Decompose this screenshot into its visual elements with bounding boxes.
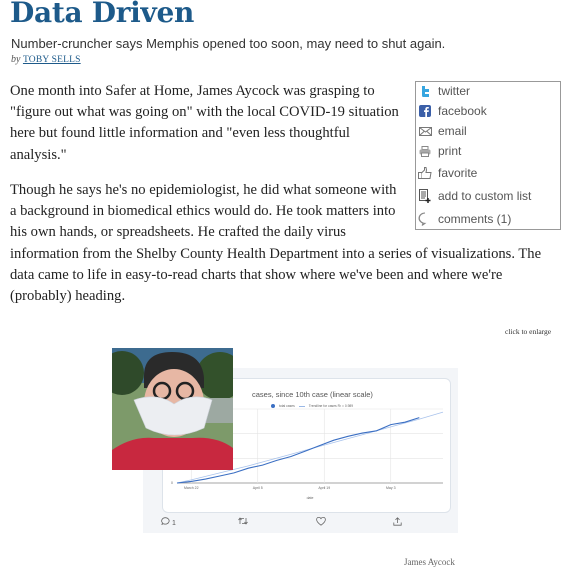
click-to-enlarge-link[interactable]: click to enlarge (505, 327, 551, 336)
add-list-icon (416, 189, 434, 203)
thumbs-up-icon (416, 167, 434, 179)
x-axis-label: date (307, 496, 314, 500)
author-link[interactable]: TOBY SELLS (23, 55, 81, 65)
reply-action: 1 (161, 517, 176, 527)
legend-marker-trend (298, 405, 305, 407)
x-tick-label: April 5 (253, 486, 263, 490)
print-icon (416, 145, 434, 157)
like-icon (316, 516, 326, 528)
share-print[interactable]: print (416, 144, 461, 158)
retweet-icon (238, 517, 248, 527)
twitter-icon (416, 85, 434, 97)
share-favorite[interactable]: favorite (416, 166, 477, 180)
reply-count: 1 (171, 520, 176, 527)
x-tick-label: March 22 (184, 486, 199, 490)
tweet-actions: 1 (143, 512, 458, 532)
share-email[interactable]: email (416, 124, 467, 138)
byline: by TOBY SELLS (11, 54, 81, 65)
facebook-icon (416, 105, 434, 117)
legend-label: total cases (279, 404, 295, 408)
legend-label: Trendline for cases R² = 0.989 (308, 404, 354, 408)
share-tools: twitter facebook email print favorite ad… (415, 81, 561, 230)
article-subtitle: Number-cruncher says Memphis opened too … (11, 36, 446, 51)
legend-marker-total (271, 404, 275, 408)
article-image[interactable]: March 22 April 5 April 19 May 3 0 date cases… (112, 348, 460, 535)
author-photo (112, 348, 233, 470)
x-tick-label: April 19 (318, 486, 330, 490)
reply-icon (161, 517, 170, 526)
email-icon (416, 126, 434, 136)
share-tweet-icon (393, 517, 402, 528)
share-add-to-list[interactable]: add to custom list (416, 189, 531, 203)
x-tick-label: May 3 (386, 486, 396, 490)
share-comments[interactable]: comments (1) (416, 212, 511, 226)
chart-title: cases, since 10th case (linear scale) (252, 390, 373, 399)
comment-icon (416, 212, 434, 226)
photo-credit: James Aycock (404, 557, 455, 567)
chart-legend: total cases Trendline for cases R² = 0.9… (271, 404, 353, 408)
y-tick-label: 0 (171, 481, 173, 485)
byline-prefix: by (11, 54, 21, 65)
article-title: Data Driven (10, 0, 195, 29)
share-twitter[interactable]: twitter (416, 84, 470, 98)
share-facebook[interactable]: facebook (416, 104, 487, 118)
article-paragraph: One month into Safer at Home, James Ayco… (10, 83, 399, 163)
